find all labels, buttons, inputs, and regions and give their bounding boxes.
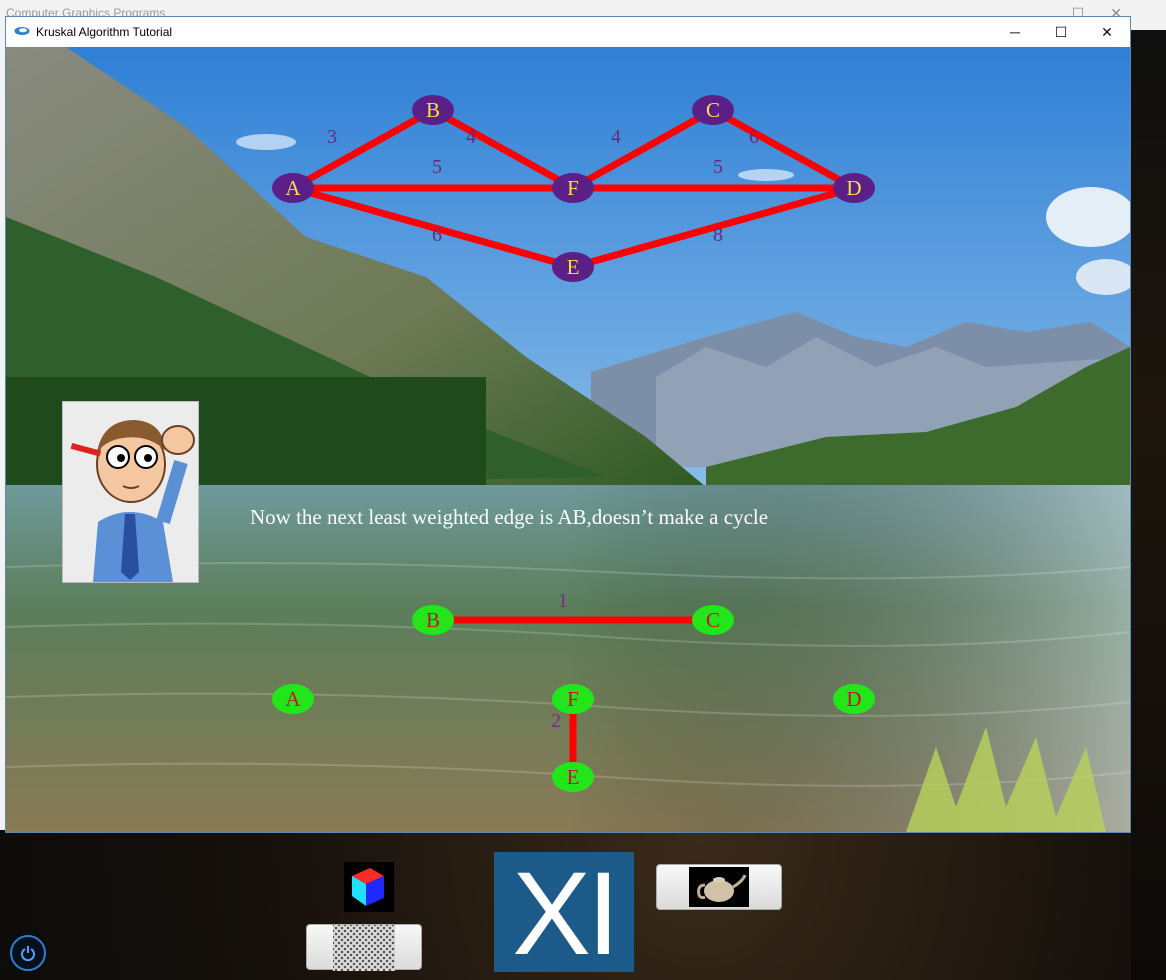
teapot-icon (689, 867, 749, 907)
mst-node-E-label: E (567, 765, 580, 789)
mst-node-D-label: D (846, 687, 861, 711)
mst-graph: 1 2 A B C D E F (272, 590, 875, 792)
minimize-icon: ─ (1010, 24, 1020, 40)
power-glyph-icon (21, 946, 35, 961)
close-icon: ✕ (1101, 23, 1113, 40)
desktop-wallpaper-strip (1131, 30, 1166, 980)
close-button[interactable]: ✕ (1084, 17, 1130, 47)
mst-node-B-label: B (426, 608, 440, 632)
mst-node-F: F (552, 684, 594, 714)
mst-weight-FE: 2 (551, 710, 561, 732)
mst-node-C-label: C (706, 608, 720, 632)
maximize-button[interactable]: ☐ (1038, 17, 1084, 47)
window-titlebar[interactable]: Kruskal Algorithm Tutorial ─ ☐ ✕ (6, 17, 1130, 47)
power-icon[interactable] (10, 935, 46, 971)
mst-node-B: B (412, 605, 454, 635)
kruskal-window: Kruskal Algorithm Tutorial ─ ☐ ✕ 3 4 4 6… (5, 16, 1131, 833)
cube-program-tile[interactable] (344, 862, 394, 912)
mst-node-A-label: A (285, 687, 301, 711)
app-icon (14, 27, 30, 35)
mst-node-D: D (833, 684, 875, 714)
cube-icon (352, 868, 384, 906)
mst-node-C: C (692, 605, 734, 635)
background-window-title: Computer Graphics Programs (6, 6, 166, 16)
mst-node-A: A (272, 684, 314, 714)
mst-weight-BC: 1 (558, 590, 568, 612)
xi-logo: XI (512, 848, 619, 980)
mesh-program-tile[interactable] (306, 924, 422, 971)
minimize-button[interactable]: ─ (992, 17, 1038, 47)
mst-node-F-label: F (567, 687, 579, 711)
teapot-program-tile[interactable] (656, 864, 782, 910)
mst-node-E: E (552, 762, 594, 792)
maximize-icon: ☐ (1054, 23, 1068, 40)
window-title: Kruskal Algorithm Tutorial (36, 25, 173, 39)
xi-logo-tile[interactable]: XI (494, 848, 634, 980)
mesh-icon (333, 925, 395, 971)
scene-canvas: 34465568ABCDEF Now the next least weight… (6, 47, 1130, 832)
